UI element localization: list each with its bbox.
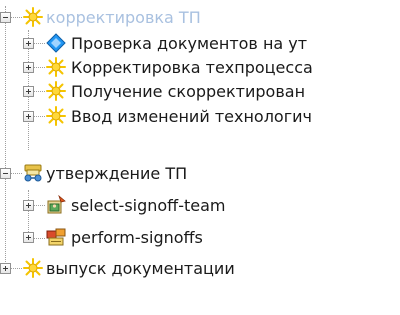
- sun-star-icon: [23, 7, 43, 27]
- expand-toggle[interactable]: [23, 86, 34, 97]
- collapse-toggle[interactable]: [0, 12, 11, 23]
- tree-node-child[interactable]: select-signoff-team: [0, 193, 400, 218]
- node-label[interactable]: Получение скорректирован: [71, 79, 305, 104]
- tree-node-release[interactable]: выпуск документации: [0, 256, 400, 281]
- tree-node-child[interactable]: Получение скорректирован: [0, 79, 400, 104]
- node-label[interactable]: корректировка ТП: [46, 5, 201, 30]
- node-label[interactable]: perform-signoffs: [71, 225, 203, 250]
- tree-node-approval[interactable]: утверждение ТП: [0, 161, 400, 186]
- tree-node-child[interactable]: Ввод изменений технологич: [0, 104, 400, 129]
- select-team-icon: [46, 195, 66, 215]
- sun-star-icon: [46, 81, 66, 101]
- expand-toggle[interactable]: [0, 263, 11, 274]
- node-label[interactable]: выпуск документации: [46, 256, 235, 281]
- expand-toggle[interactable]: [23, 111, 34, 122]
- node-label[interactable]: select-signoff-team: [71, 193, 225, 218]
- perform-signoff-icon: [46, 227, 66, 247]
- node-label[interactable]: Проверка документов на ут: [71, 31, 307, 56]
- node-label[interactable]: Корректировка техпроцесса: [71, 55, 313, 80]
- expand-toggle[interactable]: [23, 38, 34, 49]
- blue-diamond-icon: [46, 33, 66, 53]
- process-tree: корректировка ТП Проверка документов на …: [0, 0, 400, 315]
- node-label[interactable]: утверждение ТП: [46, 161, 187, 186]
- expand-toggle[interactable]: [23, 62, 34, 73]
- collapse-toggle[interactable]: [0, 168, 11, 179]
- expand-toggle[interactable]: [23, 232, 34, 243]
- approval-task-icon: [23, 163, 43, 183]
- expand-toggle[interactable]: [23, 200, 34, 211]
- sun-star-icon: [46, 57, 66, 77]
- tree-node-child[interactable]: Проверка документов на ут: [0, 31, 400, 56]
- node-label[interactable]: Ввод изменений технологич: [71, 104, 312, 129]
- tree-node-child[interactable]: Корректировка техпроцесса: [0, 55, 400, 80]
- sun-star-icon: [46, 106, 66, 126]
- tree-node-correction[interactable]: корректировка ТП: [0, 5, 400, 30]
- tree-node-child[interactable]: perform-signoffs: [0, 225, 400, 250]
- sun-star-icon: [23, 258, 43, 278]
